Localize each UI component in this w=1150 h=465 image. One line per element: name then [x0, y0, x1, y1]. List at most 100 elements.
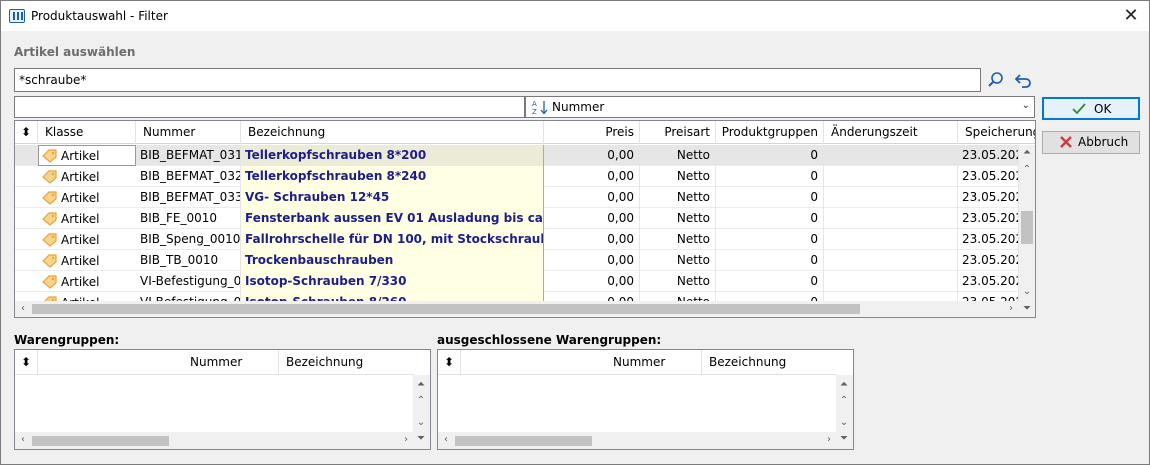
col-header-preis[interactable]: Preis	[544, 121, 640, 144]
cell-klasse: Artikel	[38, 166, 136, 187]
scroll-bottom-icon[interactable]: ⏷	[1019, 301, 1035, 317]
col-header-aenderungszeit[interactable]: Änderungszeit	[824, 121, 958, 144]
horizontal-scrollbar[interactable]: ‹ ›	[15, 301, 1019, 317]
horizontal-scrollbar[interactable]: ‹ ›	[438, 432, 837, 449]
cell-klasse-text: Artikel	[61, 275, 100, 289]
sort-select[interactable]: A Z Nummer ⌄	[525, 96, 1035, 118]
scroll-up-icon[interactable]: ⌃	[836, 393, 852, 409]
cell-preis-text: 0,00	[607, 190, 634, 204]
cell-preisart: Netto	[640, 187, 716, 208]
cell-nummer: BIB_TB_0010	[136, 250, 241, 271]
cell-klasse: Artikel	[38, 229, 136, 250]
cell-bezeichnung: Fallrohrschelle für DN 100, mit Stocksch…	[241, 229, 544, 250]
col-header-preisart[interactable]: Preisart	[640, 121, 716, 144]
cell-produktgruppen: 0	[716, 208, 824, 229]
cell-speicherung: 23.05.2025	[958, 145, 1019, 166]
cell-produktgruppen-text: 0	[810, 274, 818, 288]
col-header-bezeichnung[interactable]: Bezeichnung	[279, 350, 414, 375]
scroll-down-icon[interactable]: ⌄	[1019, 284, 1035, 300]
cell-preis: 0,00	[544, 229, 640, 250]
search-icon[interactable]	[987, 71, 1005, 89]
cell-bezeichnung-text: Tellerkopfschrauben 8*200	[245, 148, 427, 162]
sort-selected-label: Nummer	[552, 100, 605, 114]
table-row[interactable]: ArtikelVI-Befestigung_000Isotop-Schraube…	[15, 271, 1019, 292]
table-row[interactable]: Artikel BIB_BEFMAT_0320 Tellerkopfschraube…	[15, 166, 1019, 187]
scroll-left-icon[interactable]: ‹	[438, 432, 454, 448]
cell-klasse-text: Artikel	[61, 254, 100, 268]
scroll-thumb[interactable]	[32, 304, 860, 314]
table-row[interactable]: Artikel BIB_BEFMAT_0330 VG- Schrauben 12*4…	[15, 187, 1019, 208]
cell-preisart-text: Netto	[676, 190, 710, 204]
cell-nummer-text: BIB_TB_0010	[140, 253, 219, 267]
cell-preisart-text: Netto	[676, 274, 710, 288]
scroll-down-icon[interactable]: ⌄	[413, 415, 429, 431]
ok-button[interactable]: OK	[1042, 97, 1140, 120]
table-row[interactable]: ArtikelVI-Befestigung_000Isotop-Schraube…	[15, 292, 1019, 301]
cell-produktgruppen-text: 0	[810, 253, 818, 267]
scroll-thumb[interactable]	[1021, 211, 1033, 244]
cell-produktgruppen: 0	[716, 271, 824, 292]
scroll-right-icon[interactable]: ›	[821, 432, 837, 448]
horizontal-scrollbar[interactable]: ‹ ›	[15, 432, 414, 449]
col-header-nummer[interactable]: Nummer	[606, 350, 702, 375]
search-input[interactable]	[14, 68, 981, 92]
scroll-up-icon[interactable]: ⌃	[413, 393, 429, 409]
scroll-right-icon[interactable]: ›	[1003, 301, 1019, 317]
close-icon[interactable]: ✕	[1113, 1, 1149, 31]
cell-preis: 0,00	[544, 250, 640, 271]
window-title: Produktauswahl - Filter	[31, 9, 168, 23]
article-table: ⬍ Klasse Nummer Bezeichnung Preis Preisa…	[14, 120, 1036, 318]
cell-nummer: BIB_Speng_0010	[136, 229, 241, 250]
col-header-klasse[interactable]: Klasse	[38, 121, 136, 144]
vertical-scrollbar[interactable]: ⏶ ⌃ ⌄ ⏷	[1019, 145, 1035, 317]
col-header-bezeichnung[interactable]: Bezeichnung	[702, 350, 837, 375]
col-header-produktgruppen[interactable]: Produktgruppen	[716, 121, 824, 144]
scroll-left-icon[interactable]: ‹	[15, 432, 31, 448]
scroll-top-icon[interactable]: ⏶	[836, 377, 852, 393]
row-resize-icon[interactable]: ⬍	[15, 350, 38, 374]
close-icon	[1060, 136, 1072, 148]
table-row[interactable]: Artikel BIB_Speng_0010 Fallrohrschelle für…	[15, 229, 1019, 250]
scroll-down-icon[interactable]: ⌄	[836, 415, 852, 431]
svg-text:Z: Z	[532, 108, 537, 115]
cell-klasse-text: Artikel	[61, 170, 100, 184]
cell-preisart-text: Netto	[676, 232, 710, 246]
cell-bezeichnung-text: Tellerkopfschrauben 8*240	[245, 169, 427, 183]
vertical-scrollbar[interactable]: ⏶ ⌃ ⌄ ⏷	[836, 375, 853, 449]
cell-speicherung: 23.05.2025	[958, 292, 1019, 301]
cell-aenderungszeit	[824, 250, 958, 271]
scroll-top-icon[interactable]: ⏶	[413, 377, 429, 393]
tag-icon	[42, 170, 57, 184]
scroll-bottom-icon[interactable]: ⏷	[836, 431, 852, 447]
chevron-down-icon: ⌄	[1021, 100, 1030, 111]
cell-bezeichnung: Tellerkopfschrauben 8*240	[241, 166, 544, 187]
title-bar: Produktauswahl - Filter ✕	[1, 1, 1149, 31]
vertical-scrollbar[interactable]: ⏶ ⌃ ⌄ ⏷	[413, 375, 430, 449]
table-row[interactable]: Artikel BIB_TB_0010 Trockenbauschrauben 0,0…	[15, 250, 1019, 271]
cell-nummer-text: BIB_Speng_0010	[140, 232, 241, 246]
table-row[interactable]: Artikel BIB_BEFMAT_0310 Tellerkopfschraube…	[15, 145, 1019, 166]
cell-bezeichnung-text: Fallrohrschelle für DN 100, mit Stocksch…	[245, 232, 543, 246]
col-header-nummer[interactable]: Nummer	[183, 350, 279, 375]
cell-preis: 0,00	[544, 187, 640, 208]
tag-icon	[42, 233, 57, 247]
cell-produktgruppen: 0	[716, 250, 824, 271]
scroll-up-icon[interactable]: ⌃	[1019, 162, 1035, 178]
cancel-button[interactable]: Abbruch	[1042, 131, 1140, 154]
quick-filter-input[interactable]	[14, 96, 525, 118]
cell-klasse-text: Artikel	[61, 149, 100, 163]
scroll-bottom-icon[interactable]: ⏷	[413, 431, 429, 447]
scroll-top-icon[interactable]: ⏶	[1019, 145, 1035, 161]
col-header-bezeichnung[interactable]: Bezeichnung	[241, 121, 544, 144]
cell-produktgruppen: 0	[716, 166, 824, 187]
tag-icon	[42, 275, 57, 289]
table-row[interactable]: Artikel BIB_FE_0010 Fensterbank aussen EV …	[15, 208, 1019, 229]
scroll-thumb[interactable]	[455, 436, 592, 446]
row-resize-icon[interactable]: ⬍	[438, 350, 461, 374]
undo-icon[interactable]	[1014, 71, 1032, 89]
scroll-right-icon[interactable]: ›	[398, 432, 414, 448]
col-header-speicherung[interactable]: Speicherungs	[958, 121, 1035, 144]
row-resize-icon[interactable]: ⬍	[15, 121, 38, 144]
scroll-left-icon[interactable]: ‹	[15, 301, 31, 317]
scroll-thumb[interactable]	[32, 436, 169, 446]
